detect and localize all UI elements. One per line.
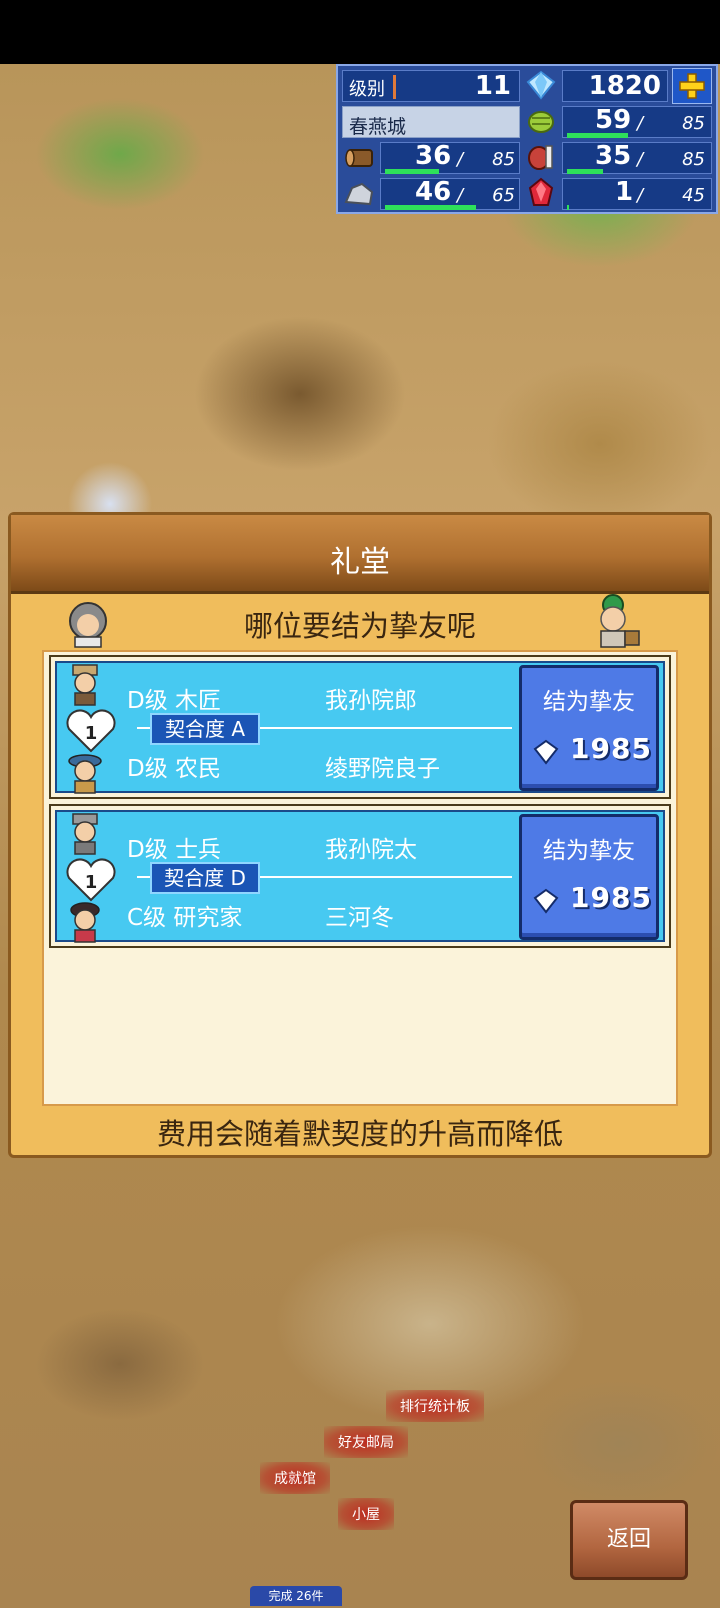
level-label: 级别 (349, 79, 385, 100)
level-progress-marker (393, 75, 396, 99)
resource-status-panel: 级别 11 1820 春燕城 59 / 85 36 / 85 35 / 85 4… (336, 64, 718, 214)
pair-list: 1 D级 木匠 我孙院郎 契合度 A D级 农民 绫野院良子 结为挚友 1985 (42, 650, 678, 1106)
pair-row[interactable]: 1 D级 木匠 我孙院郎 契合度 A D级 农民 绫野院良子 结为挚友 1985 (49, 655, 671, 799)
befriend-cost: 1985 (570, 732, 652, 765)
food-max: 85 (682, 113, 705, 134)
food-cell: 59 / 85 (562, 105, 712, 138)
meat-current: 35 (595, 141, 632, 171)
food-slash: / (637, 113, 644, 134)
stone-max: 65 (492, 185, 515, 206)
befriend-cost: 1985 (570, 881, 652, 914)
completed-count-badge[interactable]: 完成 26件 (250, 1586, 342, 1606)
wood-log-icon (345, 149, 373, 167)
diamond-icon (526, 70, 556, 100)
meat-max: 85 (682, 149, 705, 170)
level-cell: 级别 11 (342, 70, 520, 102)
character-avatar (70, 902, 100, 943)
dialog-footer-note: 费用会随着默契度的升高而降低 (156, 1117, 563, 1151)
ruby-max: 45 (682, 185, 705, 206)
back-button[interactable]: 返回 (570, 1500, 688, 1580)
ruby-cell: 1 / 45 (562, 177, 712, 210)
wood-max: 85 (492, 149, 515, 170)
city-name: 春燕城 (349, 116, 407, 138)
stone-current: 46 (415, 177, 452, 207)
food-bar (567, 133, 628, 138)
ruby-current: 1 (615, 177, 634, 207)
pair-name-2: 绫野院良子 (325, 756, 440, 782)
stone-cell: 46 / 65 (380, 177, 520, 210)
map-label-hut[interactable]: 小屋 (338, 1498, 394, 1530)
character-avatar (72, 813, 98, 855)
food-grain-icon (528, 111, 554, 133)
pair-row-body: 1 D级 士兵 我孙院太 契合度 D C级 研究家 三河冬 结为挚友 1985 (55, 810, 665, 943)
meat-cell: 35 / 85 (562, 141, 712, 174)
ruby-bar (567, 205, 569, 210)
dialog-title: 礼堂 (330, 545, 390, 580)
pair-rank-1: D级 木匠 (127, 688, 222, 714)
level-value: 11 (474, 71, 511, 101)
wood-slash: / (457, 149, 464, 170)
character-avatar (72, 664, 98, 706)
diamond-icon (533, 888, 559, 914)
befriend-button-label: 结为挚友 (543, 838, 635, 864)
plus-icon (679, 73, 705, 99)
wood-current: 36 (415, 141, 452, 171)
add-gems-button[interactable] (672, 68, 712, 104)
food-current: 59 (595, 105, 632, 135)
pair-row[interactable]: 1 D级 士兵 我孙院太 契合度 D C级 研究家 三河冬 结为挚友 1985 (49, 804, 671, 948)
heart-count-icon: 1 (66, 709, 116, 753)
pair-rank-1: D级 士兵 (127, 837, 222, 863)
heart-count-icon: 1 (66, 858, 116, 902)
svg-text:1: 1 (85, 723, 98, 744)
meat-bar (567, 169, 603, 174)
ruby-slash: / (637, 185, 644, 206)
map-label-friend-post[interactable]: 好友邮局 (324, 1426, 408, 1458)
meat-slash: / (637, 149, 644, 170)
right-host-avatar (600, 594, 640, 648)
svg-text:1: 1 (85, 872, 98, 893)
compatibility-badge: 契合度 A (150, 713, 260, 745)
diamond-icon (533, 739, 559, 765)
befriend-button-label: 结为挚友 (543, 689, 635, 715)
map-label-ranking[interactable]: 排行统计板 (386, 1390, 484, 1422)
befriend-button[interactable]: 结为挚友 1985 (519, 665, 659, 791)
gems-cell: 1820 (562, 70, 668, 102)
character-avatar (68, 754, 102, 794)
pair-name-2: 三河冬 (325, 905, 394, 931)
pair-row-body: 1 D级 木匠 我孙院郎 契合度 A D级 农民 绫野院良子 结为挚友 1985 (55, 661, 665, 794)
stone-slash: / (457, 185, 464, 206)
stone-bar (385, 205, 476, 210)
dialog-header: 礼堂 (11, 515, 709, 594)
city-name-cell: 春燕城 (342, 106, 520, 138)
map-label-achievements[interactable]: 成就馆 (260, 1462, 330, 1494)
meat-icon (528, 145, 553, 170)
pair-rank-2: D级 农民 (127, 756, 222, 782)
pair-rank-2: C级 研究家 (127, 905, 243, 931)
befriend-button[interactable]: 结为挚友 1985 (519, 814, 659, 940)
compatibility-badge: 契合度 D (150, 862, 260, 894)
pair-name-1: 我孙院太 (325, 837, 417, 863)
wood-bar (385, 169, 439, 174)
wood-cell: 36 / 85 (380, 141, 520, 174)
gems-value: 1820 (588, 71, 661, 101)
stone-icon (344, 182, 374, 206)
chapel-dialog: 礼堂 哪位要结为挚友呢 1 D级 木匠 我孙院郎 契合度 A D级 农民 绫野院… (8, 512, 712, 1158)
pair-name-1: 我孙院郎 (325, 688, 417, 714)
ruby-icon (528, 177, 554, 206)
